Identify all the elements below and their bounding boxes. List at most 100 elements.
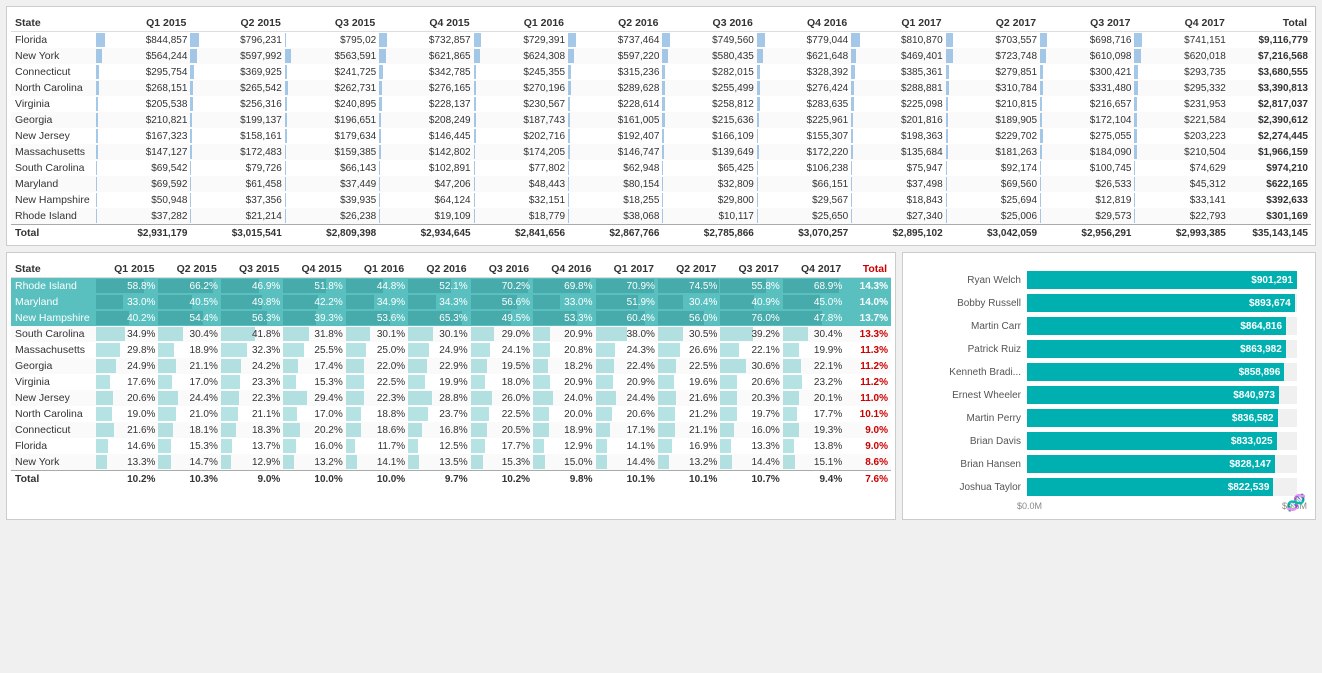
value-cell: $75,947 [851,160,945,176]
value-cell: $201,816 [851,112,945,128]
value-cell: $240,895 [285,96,379,112]
value-cell: $142,802 [379,144,473,160]
chart-bar-row: Martin Carr$864,816 [921,317,1297,335]
chart-bar-value: $836,582 [1232,413,1274,424]
pct-cell: 17.1% [596,422,658,438]
pct-cell: 20.8% [533,342,595,358]
pct-cell: 69.8% [533,278,595,295]
value-cell: $369,925 [190,64,284,80]
value-cell: $18,255 [568,192,662,208]
pct-cell: 22.0% [346,358,408,374]
pct-cell: 41.8% [221,326,283,342]
pct-cell: 15.3% [158,438,220,454]
value-cell: $45,312 [1134,176,1228,192]
value-cell: $19,109 [379,208,473,225]
col-state: State [11,15,96,32]
table-row: New Hampshire$50,948$37,356$39,935$64,12… [11,192,1311,208]
total-cell: $35,143,145 [1229,225,1311,242]
value-cell: $256,316 [190,96,284,112]
chart-bar-container: $901,291 [1027,271,1297,289]
value-cell: $230,567 [474,96,568,112]
pct-cell: 55.8% [720,278,782,295]
value-cell: $3,070,257 [757,225,851,242]
table-row: New Hampshire40.2%54.4%56.3%39.3%53.6%65… [11,310,891,326]
chart-bar-value: $864,816 [1240,321,1282,332]
pct-cell: 13.5% [408,454,470,471]
chart-bar-label: Ryan Welch [921,275,1021,286]
table-row: Total$2,931,179$3,015,541$2,809,398$2,93… [11,225,1311,242]
value-cell: $215,636 [662,112,756,128]
pct-cell: 68.9% [783,278,845,295]
pct-cell: 10.2% [471,471,533,488]
pct-cell: 10.1% [596,471,658,488]
value-cell: $288,881 [851,80,945,96]
value-cell: $810,870 [851,32,945,49]
value-cell: $621,648 [757,48,851,64]
state-cell: New York [11,454,96,471]
state-cell: Maryland [11,294,96,310]
col-q4-2015: Q4 2015 [379,15,473,32]
chart-bar-container: $836,582 [1027,409,1297,427]
pct-cell: 24.9% [96,358,158,374]
pct-col-q3-2017: Q3 2017 [720,261,782,278]
value-cell: $158,161 [190,128,284,144]
total-cell: $2,274,445 [1229,128,1311,144]
pct-cell: 19.6% [658,374,720,390]
pct-cell: 17.6% [96,374,158,390]
col-q3-2017: Q3 2017 [1040,15,1134,32]
pct-cell: 33.0% [533,294,595,310]
chart-bar: $828,147 [1027,455,1275,473]
value-cell: $282,015 [662,64,756,80]
value-cell: $225,961 [757,112,851,128]
pct-cell: 24.1% [471,342,533,358]
value-cell: $228,614 [568,96,662,112]
state-cell: Massachusetts [11,144,96,160]
chart-bar-container: $833,025 [1027,432,1297,450]
chart-bar-value: $901,291 [1251,275,1293,286]
total-cell: $9,116,779 [1229,32,1311,49]
pct-total-cell: 10.1% [845,406,891,422]
value-cell: $205,538 [96,96,190,112]
chart-bar-row: Bobby Russell$893,674 [921,294,1297,312]
pct-cell: 52.1% [408,278,470,295]
value-cell: $166,109 [662,128,756,144]
value-cell: $18,779 [474,208,568,225]
pct-cell: 34.3% [408,294,470,310]
pct-cell: 24.2% [221,358,283,374]
col-q1-2017: Q1 2017 [851,15,945,32]
pct-cell: 22.4% [596,358,658,374]
pct-cell: 9.0% [221,471,283,488]
pct-cell: 13.7% [221,438,283,454]
pct-cell: 18.6% [346,422,408,438]
value-cell: $146,747 [568,144,662,160]
value-cell: $779,044 [757,32,851,49]
value-cell: $610,098 [1040,48,1134,64]
chart-bar-value: $840,973 [1233,390,1275,401]
top-sales-panel: State Q1 2015 Q2 2015 Q3 2015 Q4 2015 Q1… [6,6,1316,246]
state-cell: New Jersey [11,390,96,406]
pct-cell: 24.9% [408,342,470,358]
value-cell: $597,220 [568,48,662,64]
state-cell: Massachusetts [11,342,96,358]
pct-cell: 30.5% [658,326,720,342]
col-q3-2015: Q3 2015 [285,15,379,32]
pct-col-q2-2015: Q2 2015 [158,261,220,278]
pct-cell: 25.0% [346,342,408,358]
value-cell: $74,629 [1134,160,1228,176]
pct-cell: 22.3% [346,390,408,406]
chart-bar-row: Joshua Taylor$822,539 [921,478,1297,496]
pct-cell: 14.6% [96,438,158,454]
value-cell: $187,743 [474,112,568,128]
pct-cell: 20.6% [96,390,158,406]
table-row: Virginia$205,538$256,316$240,895$228,137… [11,96,1311,112]
pct-cell: 58.8% [96,278,158,295]
value-cell: $385,361 [851,64,945,80]
chart-bar: $822,539 [1027,478,1273,496]
col-q1-2016: Q1 2016 [474,15,568,32]
chart-bar-container: $863,982 [1027,340,1297,358]
value-cell: $225,098 [851,96,945,112]
state-cell: Rhode Island [11,278,96,295]
pct-cell: 13.3% [96,454,158,471]
value-cell: $202,716 [474,128,568,144]
pct-cell: 13.2% [283,454,345,471]
